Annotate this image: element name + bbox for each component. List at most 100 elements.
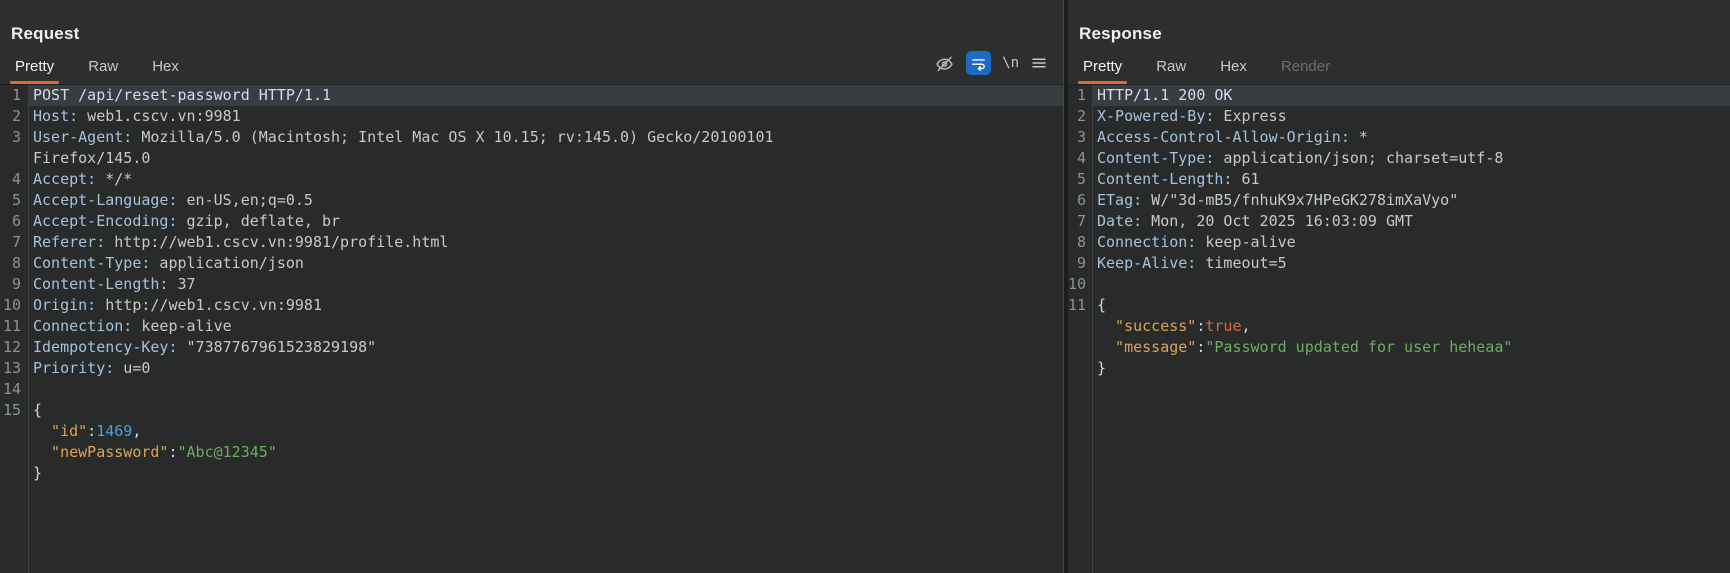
line-number: 6	[1068, 190, 1092, 211]
code-line: 3User-Agent: Mozilla/5.0 (Macintosh; Int…	[0, 127, 1063, 148]
response-tab-hex[interactable]: Hex	[1218, 58, 1249, 84]
http-message-viewer: Request Pretty Raw Hex	[0, 0, 1730, 573]
request-tab-raw[interactable]: Raw	[86, 58, 120, 84]
line-number: 5	[0, 190, 28, 211]
request-panel-header: Request Pretty Raw Hex	[0, 0, 1063, 84]
response-tabs: Pretty Raw Hex Render	[1081, 58, 1332, 84]
code-line: 8Connection: keep-alive	[1068, 232, 1730, 253]
code-line-text: POST /api/reset-password HTTP/1.1	[28, 85, 1063, 106]
code-line: 14	[0, 379, 1063, 400]
request-panel: Request Pretty Raw Hex	[0, 0, 1063, 573]
response-panel-header: Response Pretty Raw Hex Render	[1068, 0, 1730, 84]
code-line-text	[1092, 274, 1730, 295]
code-line: 6Accept-Encoding: gzip, deflate, br	[0, 211, 1063, 232]
code-line: 11Connection: keep-alive	[0, 316, 1063, 337]
code-line-text: Referer: http://web1.cscv.vn:9981/profil…	[28, 232, 1063, 253]
line-number	[1068, 316, 1092, 337]
code-line: 2X-Powered-By: Express	[1068, 106, 1730, 127]
line-number: 8	[0, 253, 28, 274]
line-number: 11	[1068, 295, 1092, 316]
code-line: 5Accept-Language: en-US,en;q=0.5	[0, 190, 1063, 211]
response-tab-raw[interactable]: Raw	[1154, 58, 1188, 84]
response-tab-render: Render	[1279, 58, 1332, 84]
code-line: 4Accept: */*	[0, 169, 1063, 190]
line-number: 10	[0, 295, 28, 316]
code-line-text: Host: web1.cscv.vn:9981	[28, 106, 1063, 127]
code-line: 10Origin: http://web1.cscv.vn:9981	[0, 295, 1063, 316]
code-line: 2Host: web1.cscv.vn:9981	[0, 106, 1063, 127]
code-line-text: }	[1092, 358, 1730, 379]
editor-menu-hamburger-icon[interactable]	[1030, 51, 1048, 75]
code-line: "id":1469,	[0, 421, 1063, 442]
code-line-text: Idempotency-Key: "7387767961523829198"	[28, 337, 1063, 358]
line-number: 4	[1068, 148, 1092, 169]
code-line-text: "message":"Password updated for user heh…	[1092, 337, 1730, 358]
line-number	[1068, 358, 1092, 379]
request-panel-title: Request	[11, 24, 79, 44]
code-line-text: Content-Length: 37	[28, 274, 1063, 295]
code-line: 1HTTP/1.1 200 OK	[1068, 85, 1730, 106]
code-line: 7Date: Mon, 20 Oct 2025 16:03:09 GMT	[1068, 211, 1730, 232]
code-line-text: Access-Control-Allow-Origin: *	[1092, 127, 1730, 148]
code-line: "message":"Password updated for user heh…	[1068, 337, 1730, 358]
line-number: 2	[0, 106, 28, 127]
line-number: 15	[0, 400, 28, 421]
code-line: 10	[1068, 274, 1730, 295]
code-line: }	[0, 463, 1063, 484]
line-number: 2	[1068, 106, 1092, 127]
line-number: 10	[1068, 274, 1092, 295]
response-tab-pretty[interactable]: Pretty	[1081, 58, 1124, 84]
line-number	[1068, 337, 1092, 358]
line-number: 4	[0, 169, 28, 190]
line-number: 12	[0, 337, 28, 358]
code-line-text: Keep-Alive: timeout=5	[1092, 253, 1730, 274]
code-line-text: {	[1092, 295, 1730, 316]
code-line: 1POST /api/reset-password HTTP/1.1	[0, 85, 1063, 106]
line-number: 1	[1068, 85, 1092, 106]
code-line: 13Priority: u=0	[0, 358, 1063, 379]
code-line-text: Priority: u=0	[28, 358, 1063, 379]
code-line: 3Access-Control-Allow-Origin: *	[1068, 127, 1730, 148]
code-line-text: Firefox/145.0	[28, 148, 1063, 169]
line-number	[0, 463, 28, 484]
request-tab-pretty[interactable]: Pretty	[13, 58, 56, 84]
code-line-text: }	[28, 463, 1063, 484]
code-line-text: HTTP/1.1 200 OK	[1092, 85, 1730, 106]
soft-wrap-toggle-icon[interactable]	[966, 51, 991, 75]
code-line: Firefox/145.0	[0, 148, 1063, 169]
response-panel-title: Response	[1079, 24, 1162, 44]
code-line-text: Connection: keep-alive	[28, 316, 1063, 337]
line-number	[0, 442, 28, 463]
code-line: "newPassword":"Abc@12345"	[0, 442, 1063, 463]
code-line-text: Origin: http://web1.cscv.vn:9981	[28, 295, 1063, 316]
code-line-text: ETag: W/"3d-mB5/fnhuK9x7HPeGK278imXaVyo"	[1092, 190, 1730, 211]
request-tab-hex[interactable]: Hex	[150, 58, 181, 84]
request-tabs: Pretty Raw Hex	[13, 58, 181, 84]
code-line-text: Content-Type: application/json; charset=…	[1092, 148, 1730, 169]
line-number: 9	[1068, 253, 1092, 274]
request-editor[interactable]: 1POST /api/reset-password HTTP/1.12Host:…	[0, 84, 1063, 573]
code-line-text: "newPassword":"Abc@12345"	[28, 442, 1063, 463]
hide-eye-slash-icon[interactable]	[934, 51, 955, 75]
code-line-text: Accept: */*	[28, 169, 1063, 190]
code-line: 11{	[1068, 295, 1730, 316]
line-number: 13	[0, 358, 28, 379]
request-editor-toolbar: \n	[934, 51, 1048, 75]
code-line-text	[28, 379, 1063, 400]
line-number	[0, 148, 28, 169]
response-panel: Response Pretty Raw Hex Render 1HTTP/1.1…	[1068, 0, 1730, 573]
code-line: "success":true,	[1068, 316, 1730, 337]
code-line: 6ETag: W/"3d-mB5/fnhuK9x7HPeGK278imXaVyo…	[1068, 190, 1730, 211]
line-number: 3	[1068, 127, 1092, 148]
code-line: }	[1068, 358, 1730, 379]
code-line-text: X-Powered-By: Express	[1092, 106, 1730, 127]
line-number: 8	[1068, 232, 1092, 253]
response-editor[interactable]: 1HTTP/1.1 200 OK2X-Powered-By: Express3A…	[1068, 84, 1730, 573]
code-line-text: Date: Mon, 20 Oct 2025 16:03:09 GMT	[1092, 211, 1730, 232]
show-newlines-toggle-icon[interactable]: \n	[1002, 51, 1019, 75]
code-line-text: User-Agent: Mozilla/5.0 (Macintosh; Inte…	[28, 127, 1063, 148]
code-line-text: Content-Length: 61	[1092, 169, 1730, 190]
code-line-text: "id":1469,	[28, 421, 1063, 442]
code-line: 5Content-Length: 61	[1068, 169, 1730, 190]
code-line: 15{	[0, 400, 1063, 421]
